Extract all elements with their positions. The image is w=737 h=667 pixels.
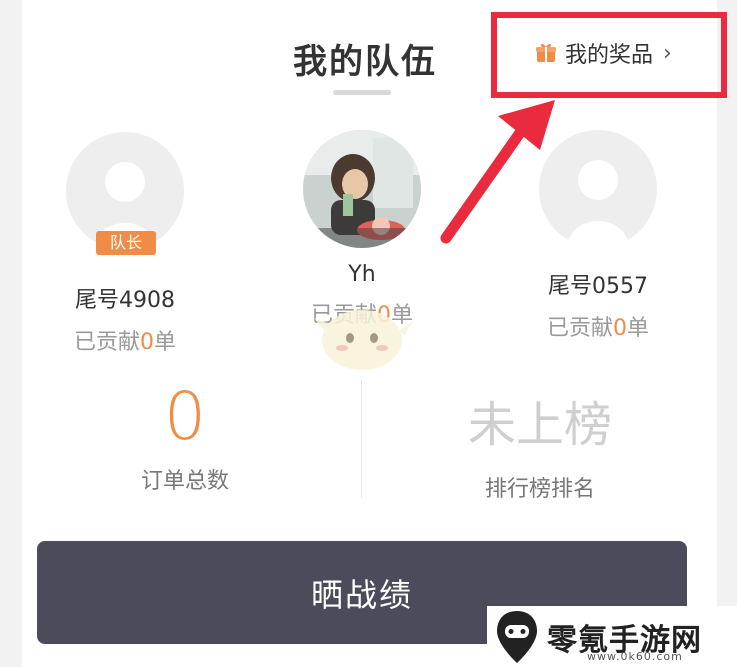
orders-total-value: 0 <box>164 378 206 455</box>
orders-total-label: 订单总数 <box>140 469 229 494</box>
photo-avatar <box>303 130 421 248</box>
captain-badge: 队长 <box>96 231 156 255</box>
team-member-3[interactable]: 尾号0557 已贡献0单 <box>513 130 683 342</box>
member-contribution: 已贡献0单 <box>546 316 650 341</box>
site-watermark: 零氪手游网 www.0k60.com <box>487 606 737 667</box>
gamepad-pin-icon <box>497 610 537 663</box>
member-name: 尾号4908 <box>75 288 175 313</box>
rank-stat: 未上榜 排行榜排名 <box>440 385 640 503</box>
watermark-url: www.0k60.com <box>587 650 683 663</box>
orders-total-stat: 0 订单总数 <box>110 378 260 495</box>
default-avatar-icon <box>539 130 657 248</box>
rank-value: 未上榜 <box>467 397 612 453</box>
rank-label: 排行榜排名 <box>484 477 595 502</box>
member-contribution: 已贡献0单 <box>73 330 177 355</box>
member-name: Yh <box>348 262 376 287</box>
mascot-watermark-icon <box>314 310 414 370</box>
member-name: 尾号0557 <box>548 274 648 299</box>
stats-divider <box>361 380 362 498</box>
